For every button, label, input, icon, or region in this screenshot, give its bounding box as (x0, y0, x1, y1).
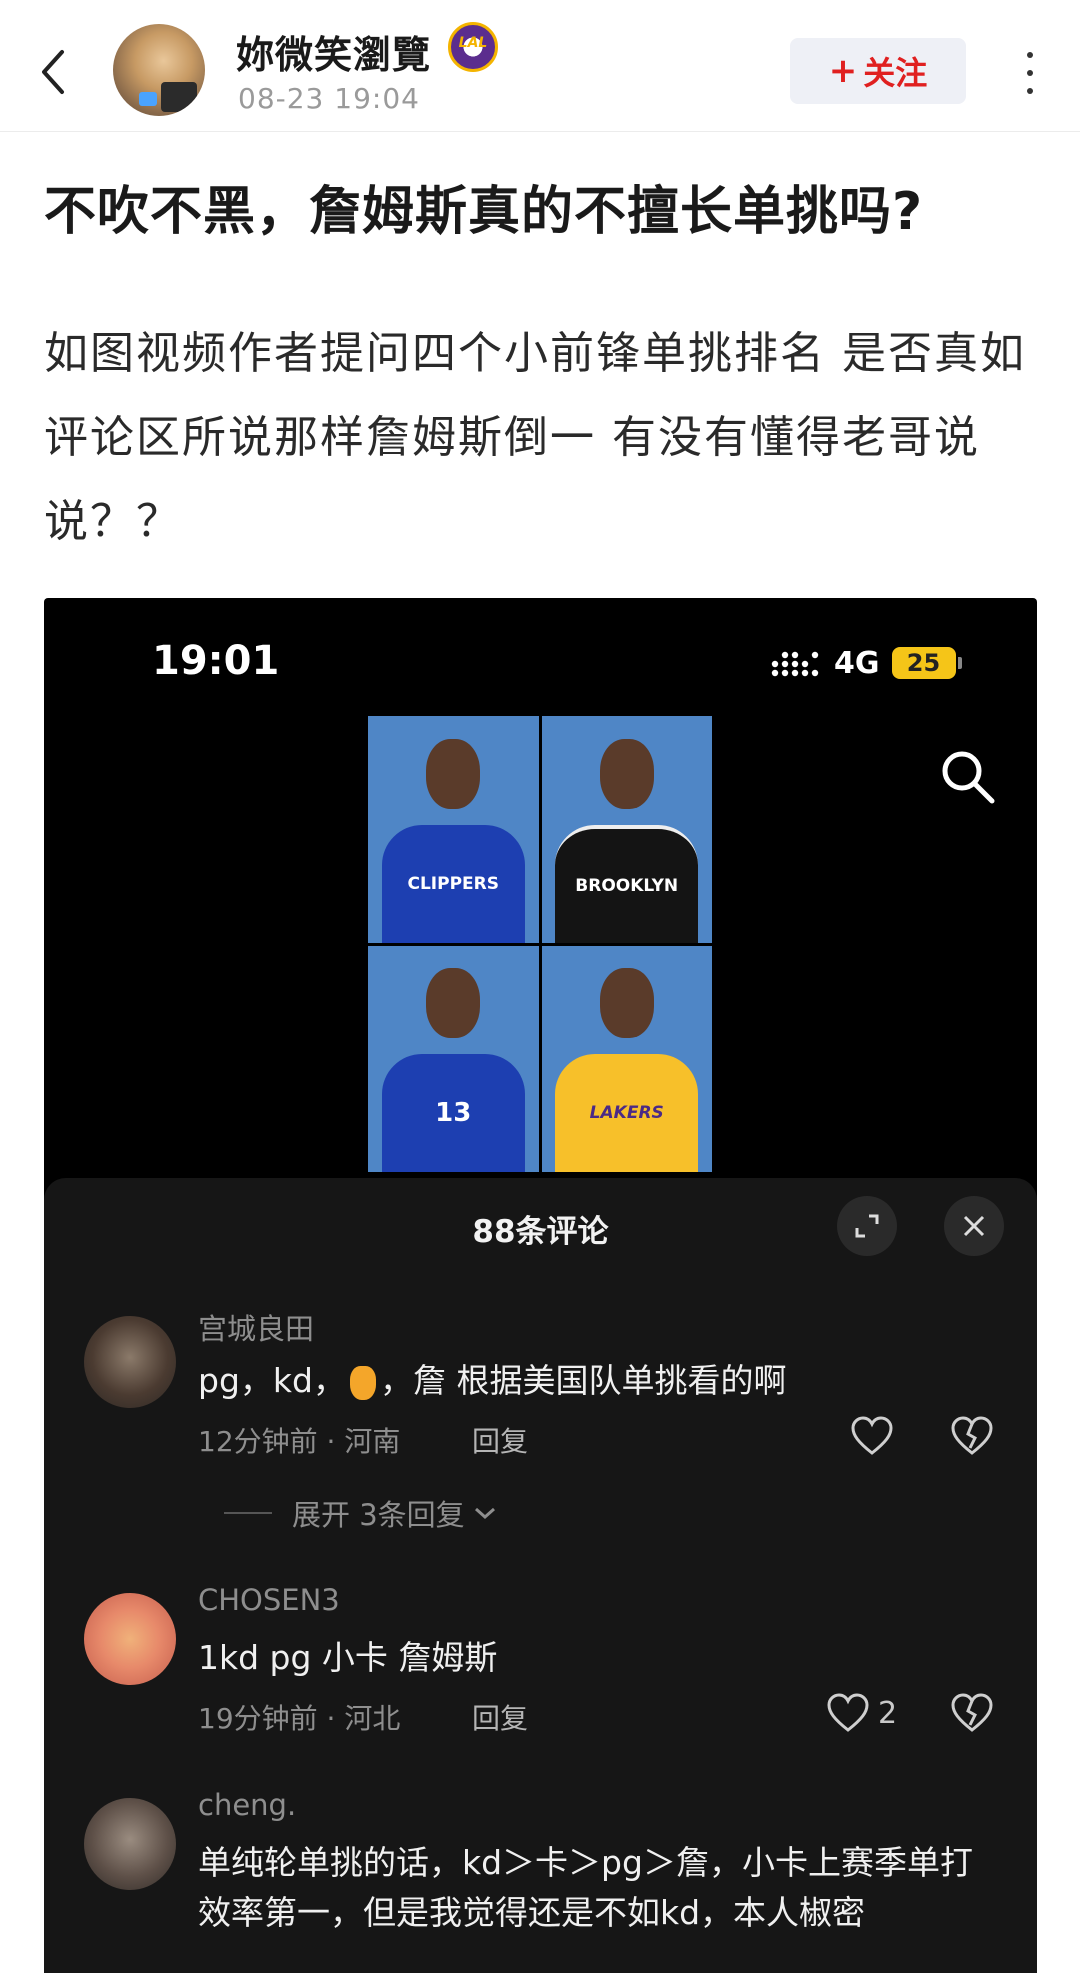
player-photo: LAKERS (541, 945, 712, 1172)
reply-button[interactable]: 回复 (472, 1697, 528, 1737)
commenter-avatar[interactable] (84, 1316, 176, 1408)
foot-emoji-icon (349, 1365, 376, 1400)
player-head (599, 738, 654, 809)
like-count: 2 (878, 1695, 898, 1731)
expand-button[interactable] (837, 1196, 897, 1256)
chevron-left-icon (42, 50, 64, 94)
post-body: 如图视频作者提问四个小前锋单挑排名 是否真如评论区所说那样詹姆斯倒一 有没有懂得… (44, 328, 1026, 547)
comment-text: pg，kd， ，詹 根据美国队单挑看的啊 (198, 1356, 998, 1406)
divider (224, 1512, 272, 1514)
plus-icon: + (828, 51, 858, 91)
badge-label: LAL (458, 35, 488, 51)
follow-button[interactable]: + 关注 (790, 38, 966, 104)
comment-text-part: pg，kd， (198, 1361, 346, 1400)
player-photo: BROOKLYN (541, 716, 712, 943)
chevron-down-icon (474, 1507, 495, 1520)
expand-replies-label: 展开 3条回复 (292, 1498, 465, 1532)
heart-icon (851, 1416, 893, 1455)
player-jersey: LAKERS (555, 1054, 699, 1172)
author-avatar[interactable] (113, 24, 205, 116)
avatar-phone-icon (161, 82, 197, 112)
commenter-avatar[interactable] (84, 1798, 176, 1890)
player-jersey: 13 (381, 1054, 525, 1172)
close-icon (963, 1215, 985, 1237)
post-header: 妳微笑瀏覽 LAL 08-23 19:04 + 关注 (0, 0, 1080, 132)
comment-text: 1kd pg 小卡 詹姆斯 (198, 1638, 498, 1677)
more-vertical-icon (1027, 52, 1033, 58)
comment-text: 单纯轮单挑的话，kd＞卡＞pg＞詹，小卡上赛季单打效率第一，但是我觉得还是不如k… (198, 1843, 973, 1932)
avatar-tag-icon (139, 92, 157, 106)
post-title: 不吹不黑，詹姆斯真的不擅长单挑吗? (44, 182, 924, 242)
commenter-name[interactable]: 宫城良田 (198, 1306, 314, 1348)
player-head (426, 968, 481, 1039)
comment-meta: 12分钟前 · 河南 (198, 1425, 401, 1458)
like-button[interactable]: 2 (826, 1691, 897, 1735)
back-button[interactable] (30, 42, 76, 102)
post-timestamp: 08-23 19:04 (238, 82, 420, 115)
more-dot (1027, 88, 1033, 94)
author-name[interactable]: 妳微笑瀏覽 (236, 24, 431, 79)
comment-text-part: ，詹 根据美国队单挑看的啊 (379, 1361, 787, 1400)
players-collage: CLIPPERS BROOKLYN 13 LAKERS (368, 716, 712, 1172)
player-jersey: CLIPPERS (381, 824, 525, 943)
player-photo: CLIPPERS (368, 716, 539, 943)
heart-icon (827, 1693, 869, 1732)
comment-meta: 19分钟前 · 河北 (198, 1702, 401, 1735)
commenter-name[interactable]: CHOSEN3 (198, 1583, 340, 1617)
signal-icon (771, 651, 819, 677)
player-head (599, 968, 654, 1039)
lakers-badge-icon: LAL (448, 22, 498, 72)
player-head (426, 738, 481, 809)
like-button[interactable] (850, 1414, 894, 1458)
battery-icon: 25 (891, 647, 962, 679)
broken-heart-icon[interactable] (950, 1414, 994, 1458)
comments-sheet: 88条评论 宫城良田 pg，kd， ，詹 根据美国队单挑看的啊 12分钟前 · 河… (44, 1178, 1037, 1973)
more-options-button[interactable] (1010, 48, 1050, 98)
commenter-name[interactable]: cheng. (198, 1788, 296, 1822)
reply-button[interactable]: 回复 (472, 1420, 528, 1460)
player-jersey: BROOKLYN (555, 824, 699, 943)
post-image[interactable]: 19:01 4G 25 CLIPPERS BROOKLYN 13 LAKERS … (44, 598, 1037, 1973)
broken-heart-icon[interactable] (950, 1691, 994, 1735)
expand-icon (855, 1214, 879, 1238)
more-dot (1027, 70, 1033, 76)
close-button[interactable] (944, 1196, 1004, 1256)
search-icon[interactable] (934, 743, 1000, 809)
status-time: 19:01 (152, 638, 280, 684)
commenter-avatar[interactable] (84, 1593, 176, 1685)
expand-replies-button[interactable]: 展开 3条回复 (224, 1492, 497, 1534)
follow-label: 关注 (863, 54, 928, 92)
network-label: 4G (834, 645, 880, 681)
status-indicators: 4G 25 (770, 638, 962, 688)
player-photo: 13 (368, 945, 539, 1172)
